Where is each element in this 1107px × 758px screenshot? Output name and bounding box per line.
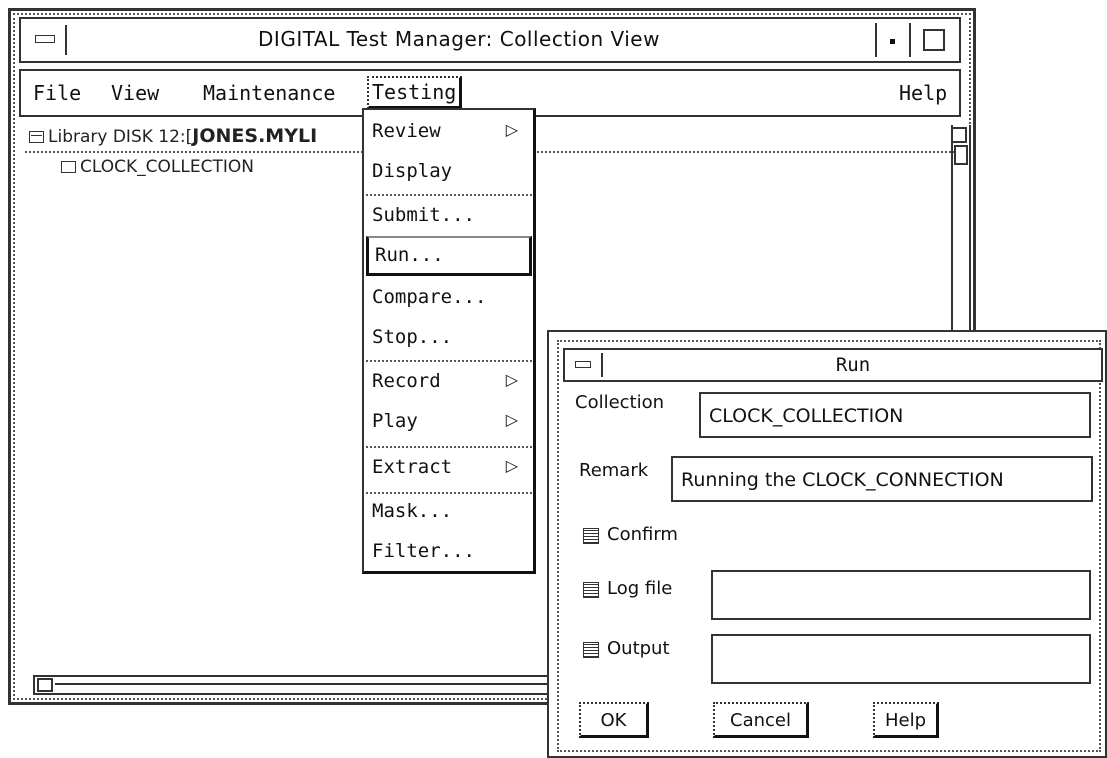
menu-item-extract[interactable]: Extract ▷ [366, 450, 532, 490]
menu-item-filter-label: Filter... [372, 540, 475, 562]
menu-maintenance[interactable]: Maintenance [201, 79, 337, 107]
menu-item-filter[interactable]: Filter... [366, 534, 532, 574]
menu-file[interactable]: File [31, 79, 83, 107]
menu-item-review[interactable]: Review ▷ [366, 114, 532, 154]
maximize-icon [923, 29, 945, 51]
collection-field[interactable]: CLOCK_COLLECTION [699, 392, 1091, 438]
cancel-button[interactable]: Cancel [713, 702, 809, 738]
dialog-menu-button[interactable] [569, 353, 603, 377]
menu-testing-label: Testing [372, 80, 457, 104]
menu-item-record-label: Record [372, 370, 441, 392]
output-label: Output [607, 638, 670, 659]
confirm-label: Confirm [607, 524, 678, 545]
confirm-checkbox[interactable] [583, 528, 599, 544]
horizontal-scrollbar[interactable] [33, 675, 563, 695]
output-checkbox[interactable] [583, 642, 599, 658]
menu-help[interactable]: Help [897, 79, 949, 107]
menu-item-display-label: Display [372, 160, 453, 182]
logfile-label: Log file [607, 578, 673, 599]
minimize-icon [890, 39, 895, 44]
window-title: DIGITAL Test Manager: Collection View [258, 27, 660, 51]
menu-help-label: Help [899, 81, 948, 105]
menu-separator [366, 446, 532, 448]
menu-view[interactable]: View [109, 79, 161, 107]
logfile-checkbox[interactable] [583, 582, 599, 598]
menu-item-compare-label: Compare... [372, 286, 487, 308]
remark-label: Remark [579, 460, 649, 481]
minimize-button[interactable] [875, 23, 911, 57]
dialog-title: Run [835, 354, 871, 376]
menu-separator [366, 360, 532, 362]
submenu-arrow-icon: ▷ [505, 456, 518, 475]
menu-item-play[interactable]: Play ▷ [366, 404, 532, 444]
folder-icon [61, 161, 76, 173]
collection-label: Collection [575, 392, 665, 413]
help-button[interactable]: Help [873, 702, 939, 738]
menu-item-stop[interactable]: Stop... [366, 320, 532, 360]
menu-item-stop-label: Stop... [372, 326, 453, 348]
scroll-left-arrow-icon[interactable] [37, 678, 53, 692]
tree-item-collection[interactable]: CLOCK_COLLECTION [61, 157, 254, 177]
collection-label: CLOCK_COLLECTION [80, 157, 254, 177]
menu-item-run-label: Run... [375, 244, 444, 266]
library-label: Library DISK 12:[ [48, 127, 193, 147]
open-folder-icon [29, 131, 44, 143]
menu-item-mask[interactable]: Mask... [366, 494, 532, 534]
menu-file-label: File [33, 81, 82, 105]
menu-item-extract-label: Extract [372, 456, 453, 478]
menu-item-submit[interactable]: Submit... [366, 198, 532, 238]
menu-item-mask-label: Mask... [372, 500, 453, 522]
remark-field[interactable]: Running the CLOCK_CONNECTION [671, 456, 1093, 502]
menu-item-submit-label: Submit... [372, 204, 475, 226]
submenu-arrow-icon: ▷ [505, 120, 518, 139]
submenu-arrow-icon: ▷ [505, 370, 518, 389]
window-menu-button[interactable] [27, 25, 67, 55]
menu-testing[interactable]: Testing [367, 76, 463, 109]
output-field[interactable] [711, 634, 1091, 684]
ok-button[interactable]: OK [579, 702, 649, 738]
library-path: JONES.MYLI [192, 125, 318, 147]
horizontal-scroll-track [55, 683, 559, 685]
testing-menu: Review ▷ Display Submit... Run... Compare… [362, 108, 536, 574]
maximize-button[interactable] [917, 23, 953, 57]
logfile-field[interactable] [711, 570, 1091, 620]
run-dialog: Run Collection CLOCK_COLLECTION Remark R… [547, 330, 1107, 758]
scroll-up-arrow-icon[interactable] [954, 145, 968, 165]
menu-view-label: View [111, 81, 160, 105]
window-menu-icon [35, 35, 55, 43]
menu-item-display[interactable]: Display [366, 154, 532, 194]
menu-separator [366, 194, 532, 196]
submenu-arrow-icon: ▷ [505, 410, 518, 429]
dialog-menu-icon [575, 361, 591, 368]
menu-item-run[interactable]: Run... [366, 236, 532, 276]
tree-item-library[interactable]: Library DISK 12:[JONES.MYLI [29, 125, 317, 147]
menu-item-play-label: Play [372, 410, 418, 432]
menu-item-record[interactable]: Record ▷ [366, 364, 532, 404]
dialog-title-bar[interactable]: Run [563, 348, 1103, 382]
title-bar[interactable]: DIGITAL Test Manager: Collection View [19, 17, 961, 63]
menu-item-compare[interactable]: Compare... [366, 280, 532, 320]
menu-maintenance-label: Maintenance [203, 81, 336, 105]
menu-item-review-label: Review [372, 120, 441, 142]
